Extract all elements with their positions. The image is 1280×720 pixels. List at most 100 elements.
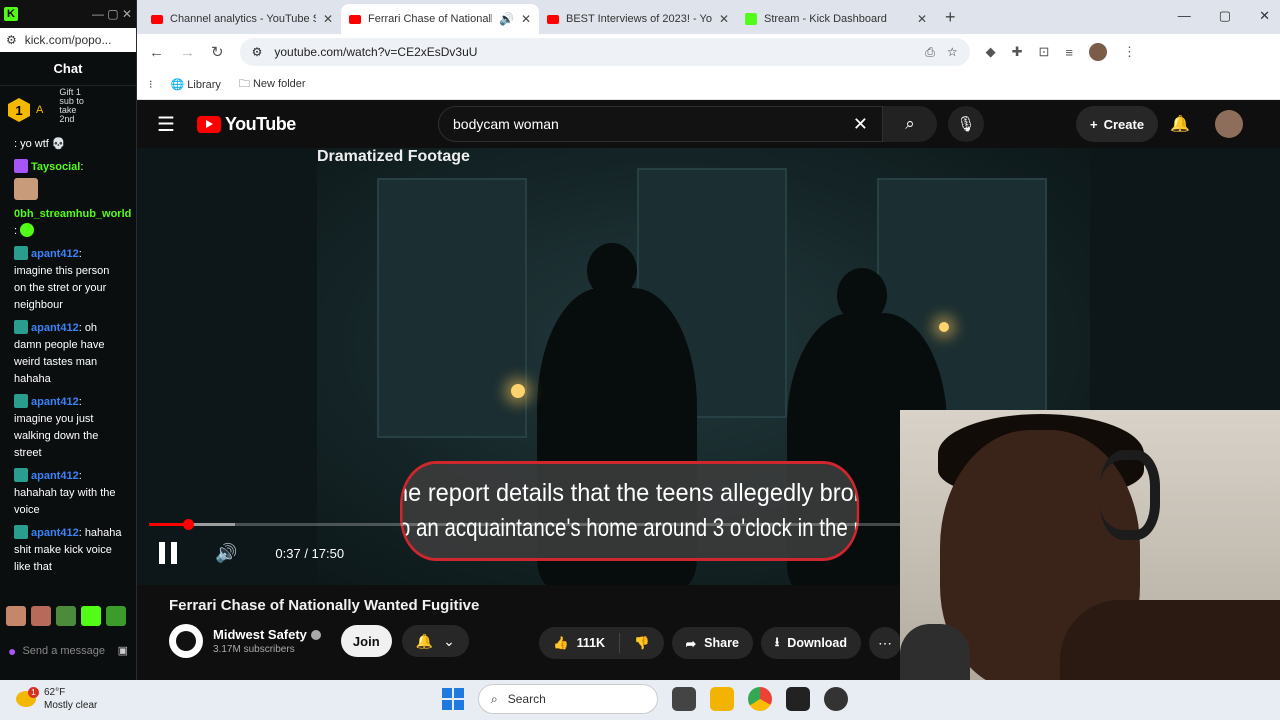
notifications-bell-icon[interactable]: 🔔 (1170, 114, 1190, 134)
hamburger-menu-icon[interactable]: ☰ (157, 112, 175, 137)
youtube-play-icon (196, 115, 221, 133)
task-view-icon[interactable] (672, 687, 696, 711)
subscribed-bell-button[interactable]: 🔔 ⌄ (401, 625, 469, 657)
kick-url-bar[interactable]: ⚙ kick.com/popo... (0, 28, 136, 52)
time-display: 0:37 / 17:50 (275, 545, 345, 561)
store-icon[interactable]: ▣ (118, 645, 128, 657)
youtube-logo[interactable]: YouTube (196, 114, 296, 135)
pause-icon[interactable] (159, 542, 177, 564)
tab-title: Stream - Kick Dashboard (764, 13, 887, 25)
close-icon[interactable]: ✕ (917, 12, 927, 26)
tab-kick-dashboard[interactable]: Stream - Kick Dashboard ✕ (737, 4, 935, 34)
forward-icon[interactable]: → (180, 44, 195, 61)
site-info-icon[interactable]: ⚙ (252, 45, 263, 59)
chat-username[interactable]: apant412 (31, 322, 79, 334)
chat-username[interactable]: apant412 (31, 248, 79, 260)
address-bar[interactable]: ⚙ youtube.com/watch?v=CE2xEsDv3uU ⎙ ☆ (239, 38, 970, 66)
search-input[interactable]: bodycam woman ✕ (438, 106, 883, 142)
chat-send-input[interactable]: ● Send a message ▣ (8, 634, 128, 668)
back-icon[interactable]: ← (149, 44, 164, 61)
taskbar-search[interactable]: ⌕ Search (478, 684, 658, 714)
tab-best-interviews[interactable]: BEST Interviews of 2023! - YouTube ✕ (539, 4, 737, 34)
file-explorer-icon[interactable] (710, 687, 734, 711)
puzzle-icon[interactable]: ✚ (1012, 44, 1023, 60)
sub-badge-icon (14, 246, 28, 260)
gift-sub-banner[interactable]: 1 A Gift 1 sub to take 2nd (0, 86, 136, 134)
chat-username[interactable]: Taysocial (31, 161, 80, 173)
dramatized-footage-label: Dramatized Footage (317, 148, 470, 165)
emote-icon[interactable] (31, 606, 51, 626)
bookmark-library[interactable]: 🌐 Library (171, 78, 221, 91)
app-icon[interactable] (824, 687, 848, 711)
kick-window-bar: K — ▢ ✕ (0, 0, 136, 28)
bookmark-star-icon[interactable]: ☆ (947, 45, 958, 59)
chat-message: apant412: hahaha shit make kick voice li… (14, 525, 122, 576)
profile-avatar[interactable] (1088, 43, 1107, 61)
close-icon[interactable]: ✕ (323, 12, 333, 26)
chevron-down-icon: ⌄ (443, 632, 455, 649)
install-icon[interactable]: ⎙ (925, 45, 935, 60)
emote-icon[interactable] (56, 606, 76, 626)
dislike-button[interactable]: 👎 (620, 627, 664, 659)
chat-username[interactable]: apant412 (31, 470, 79, 482)
chrome-icon[interactable] (748, 687, 772, 711)
close-window-icon[interactable]: ✕ (1259, 8, 1270, 24)
tab-channel-analytics[interactable]: Channel analytics - YouTube Studio ✕ (143, 4, 341, 34)
chat-username[interactable]: apant412 (31, 527, 79, 539)
create-button[interactable]: + Create (1076, 106, 1159, 142)
tab-title: Channel analytics - YouTube Studio (170, 13, 316, 25)
close-icon[interactable]: ✕ (719, 12, 729, 26)
minimize-icon[interactable]: — (1178, 8, 1191, 24)
volume-icon[interactable]: 🔊 (215, 543, 237, 564)
emote-icon[interactable] (81, 606, 101, 626)
tab-title: Ferrari Chase of Nationally Wanted Fugit… (368, 13, 492, 25)
extension-icon[interactable]: ◆ (986, 44, 996, 60)
headset-icon (1100, 450, 1160, 540)
gift-rank-badge: 1 (8, 98, 30, 122)
channel-name[interactable]: Midwest Safety (213, 627, 321, 642)
search-tabs-icon[interactable]: ⊡ (1038, 44, 1049, 60)
bookmarks-bar: ⁝ 🌐 Library 🗀 New folder (137, 70, 1280, 100)
reload-icon[interactable]: ↻ (211, 43, 224, 61)
account-avatar[interactable] (1215, 110, 1243, 138)
speaker-icon[interactable]: 🔊 (499, 12, 514, 26)
close-icon[interactable]: ✕ (521, 12, 531, 26)
emote-icon[interactable] (106, 606, 126, 626)
apps-icon[interactable]: ⁝ (149, 78, 153, 91)
weather-text: 62°F Mostly clear (44, 686, 97, 712)
mic-icon[interactable]: ● (8, 644, 16, 658)
windows-start-icon[interactable] (442, 688, 464, 710)
menu-icon[interactable]: ⋮ (1123, 44, 1136, 60)
weather-condition: Mostly clear (44, 700, 98, 711)
more-actions-icon[interactable]: ⋯ (869, 627, 902, 659)
chat-username[interactable]: 0bh_streamhub_world (14, 208, 131, 220)
caption-line: The report details that the teens allege… (400, 479, 860, 507)
kick-window-controls[interactable]: — ▢ ✕ (92, 7, 132, 21)
emote-icon (14, 178, 38, 200)
scrubber-handle[interactable] (183, 519, 195, 530)
chat-message: 0bh_streamhub_world: (14, 206, 131, 240)
share-button[interactable]: ➦ Share (671, 627, 753, 659)
new-tab-button[interactable]: + (935, 7, 966, 34)
chat-username[interactable]: apant412 (31, 396, 79, 408)
gift-user: A (36, 104, 44, 116)
weather-widget[interactable]: 1 62°F Mostly clear (16, 686, 97, 712)
download-button[interactable]: ⭳ Download (760, 627, 862, 659)
bookmark-new-folder[interactable]: 🗀 New folder (239, 75, 306, 94)
tune-icon[interactable]: ⚙ (6, 33, 17, 47)
maximize-icon[interactable]: ▢ (1219, 8, 1231, 24)
voice-search-button[interactable]: 🎙 (948, 106, 984, 142)
search-button[interactable]: ⌕ (883, 106, 937, 142)
join-button[interactable]: Join (340, 625, 392, 657)
media-control-icon[interactable]: ≡ (1065, 45, 1073, 60)
sub-badge-icon (14, 468, 28, 482)
window-controls[interactable]: — ▢ ✕ (1178, 8, 1270, 24)
tab-ferrari-chase[interactable]: Ferrari Chase of Nationally Wanted Fugit… (341, 4, 539, 34)
player-controls: 🔊 0:37 / 17:50 (159, 542, 344, 564)
obs-icon[interactable] (786, 687, 810, 711)
clear-search-icon[interactable]: ✕ (853, 114, 868, 135)
emote-icon[interactable] (6, 606, 26, 626)
bookmark-label: Library (187, 79, 221, 91)
channel-avatar[interactable] (169, 624, 203, 658)
like-button[interactable]: 👍 111K (539, 627, 619, 659)
